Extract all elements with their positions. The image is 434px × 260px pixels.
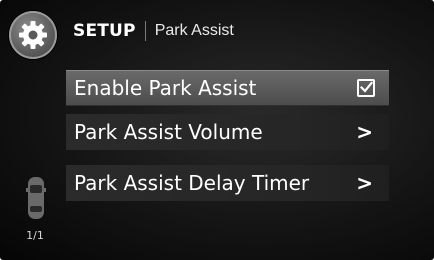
settings-button[interactable] <box>9 11 57 59</box>
page-title: SETUP Park Assist <box>73 18 234 44</box>
enable-park-assist-item[interactable]: Enable Park Assist <box>66 70 389 106</box>
header-divider <box>144 21 146 41</box>
park-assist-delay-timer-item[interactable]: Park Assist Delay Timer > <box>66 165 389 201</box>
display-screen: SETUP Park Assist Enable Park Assist Par… <box>0 0 434 260</box>
header-title: SETUP <box>73 21 136 41</box>
park-assist-volume-item[interactable]: Park Assist Volume > <box>66 114 389 150</box>
page-indicator: 1/1 <box>26 229 44 242</box>
menu-item-label: Park Assist Delay Timer <box>74 171 310 195</box>
chevron-right-icon: > <box>356 171 373 195</box>
header-subtitle: Park Assist <box>154 22 234 39</box>
enable-park-assist-checkbox[interactable] <box>357 79 375 97</box>
menu-item-label: Enable Park Assist <box>74 76 257 100</box>
car-icon <box>26 177 46 219</box>
chevron-right-icon: > <box>356 120 373 144</box>
checkmark-icon <box>360 81 373 93</box>
gear-icon <box>19 21 47 49</box>
menu-item-label: Park Assist Volume <box>74 120 263 144</box>
